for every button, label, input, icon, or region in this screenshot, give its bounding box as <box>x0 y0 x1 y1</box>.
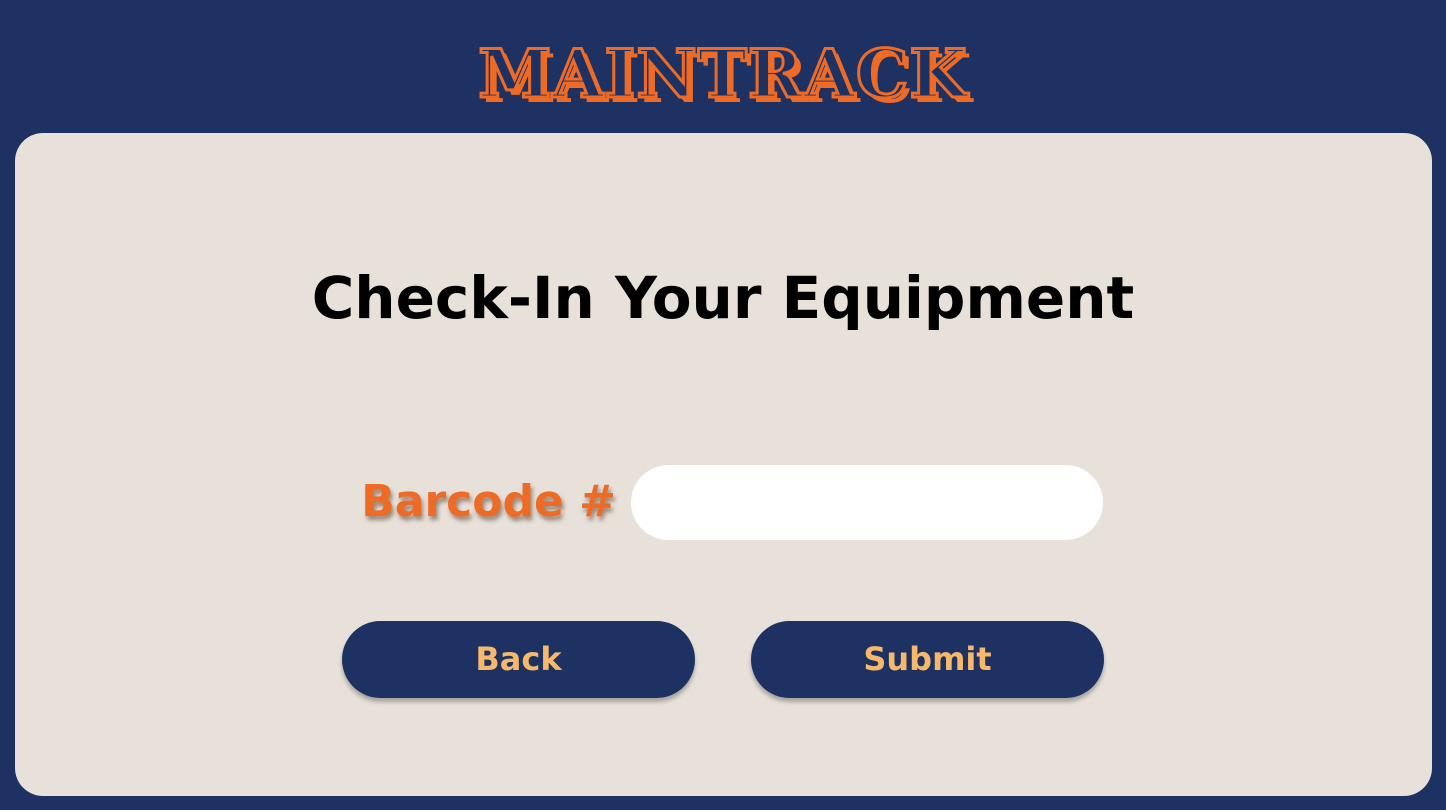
back-button[interactable]: Back <box>342 621 695 698</box>
barcode-input[interactable] <box>631 465 1103 540</box>
submit-button[interactable]: Submit <box>751 621 1104 698</box>
barcode-label: Barcode # <box>361 476 616 527</box>
page-title: Check-In Your Equipment <box>311 264 1135 332</box>
maintrack-logo: MAINTRACK <box>477 34 969 115</box>
